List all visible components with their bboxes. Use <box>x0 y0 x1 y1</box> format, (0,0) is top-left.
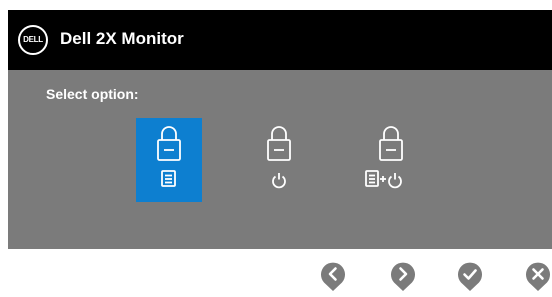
close-icon <box>526 262 550 291</box>
option-lock-menu-power[interactable] <box>358 118 424 202</box>
select-option-label: Select option: <box>46 86 139 102</box>
lock-power-icon <box>267 126 291 189</box>
next-button[interactable] <box>389 262 417 292</box>
lock-menu-power-icon <box>365 126 403 189</box>
page-title: Dell 2X Monitor <box>60 29 184 48</box>
lock-menu-icon <box>157 126 181 187</box>
chevron-left-icon <box>321 262 345 291</box>
previous-button[interactable] <box>319 262 347 292</box>
chevron-right-icon <box>391 262 415 291</box>
osd-header: DELL Dell 2X Monitor <box>8 10 552 70</box>
check-icon <box>458 262 482 291</box>
confirm-button[interactable] <box>456 262 484 292</box>
option-lock-menu[interactable] <box>136 118 202 202</box>
option-lock-power[interactable] <box>246 118 312 202</box>
exit-button[interactable] <box>524 262 552 292</box>
dell-logo: DELL <box>18 25 48 55</box>
osd-panel: DELL Dell 2X Monitor Select option: <box>8 10 552 249</box>
